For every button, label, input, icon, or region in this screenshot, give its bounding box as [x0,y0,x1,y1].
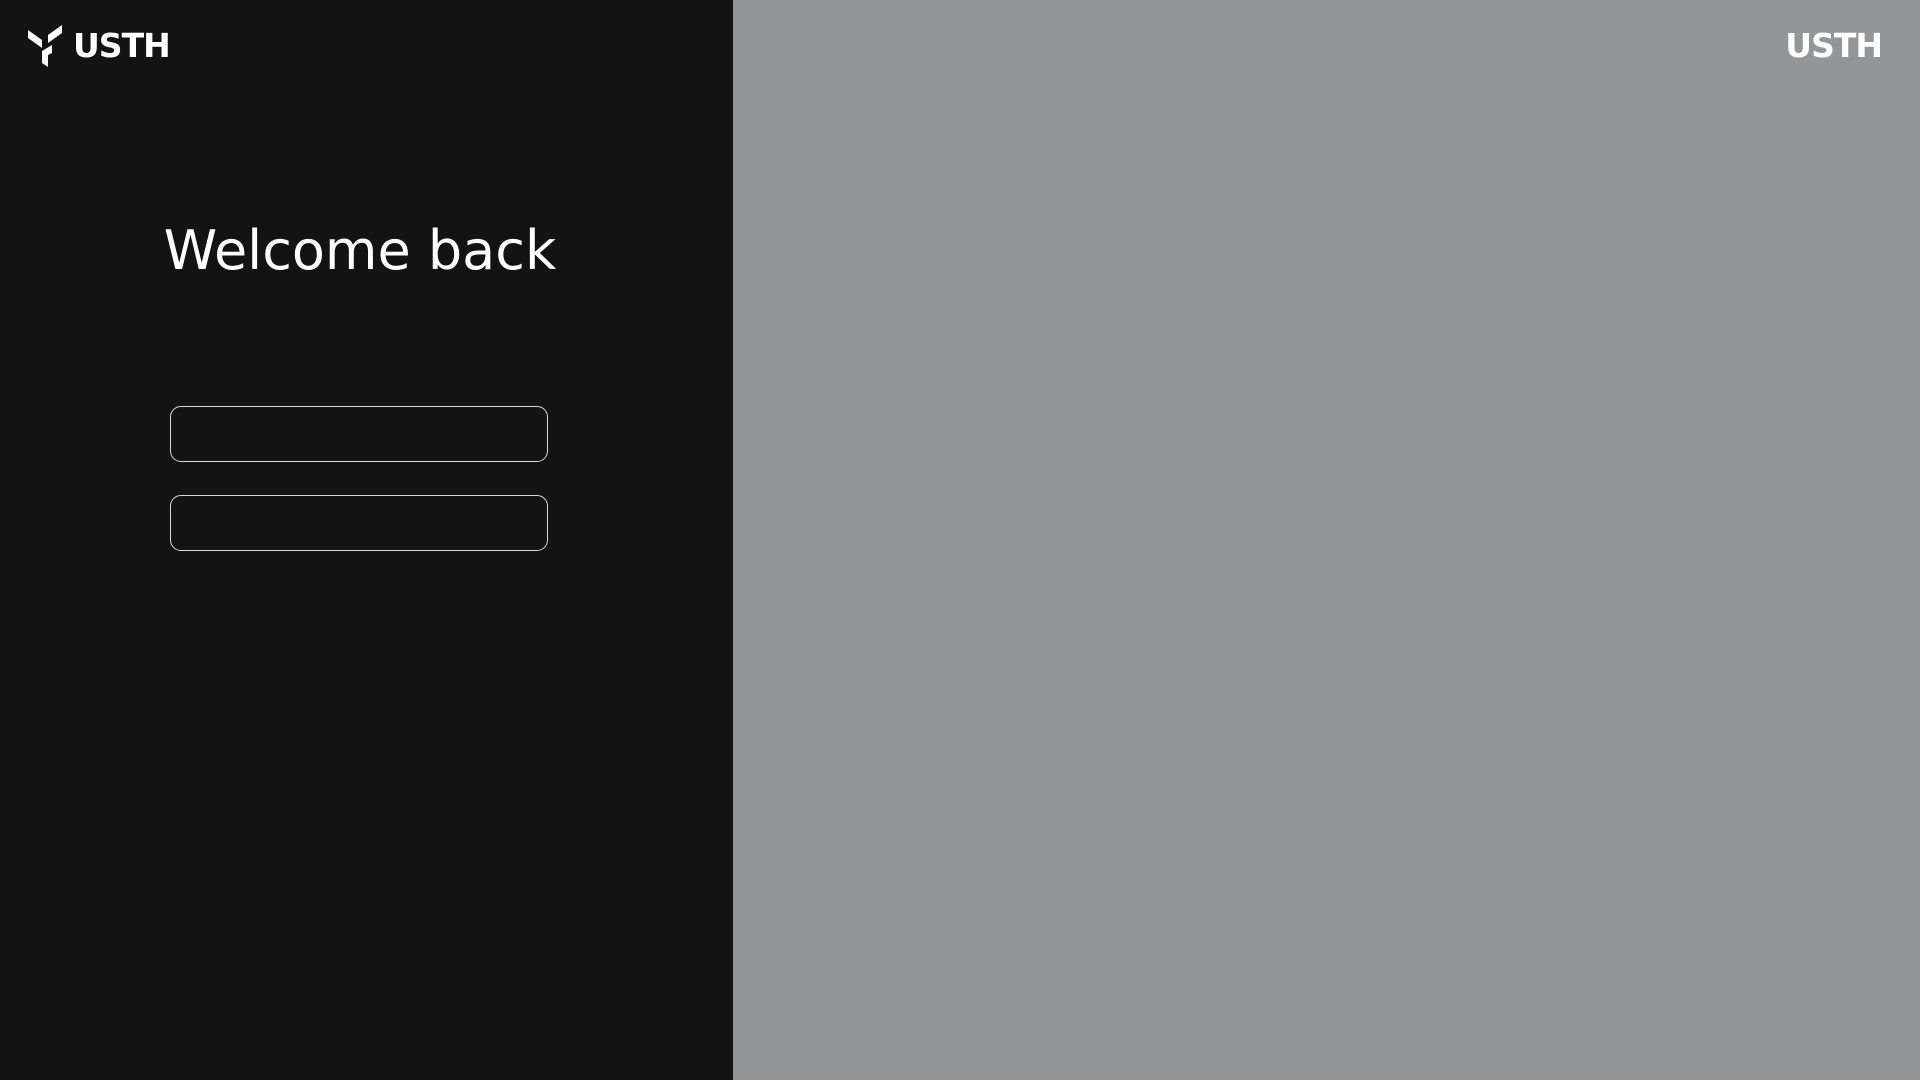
brand-wordmark-right: USTH [1785,26,1883,65]
brand-logo[interactable]: USTH [28,25,171,67]
usth-logo-icon [28,25,62,67]
hero-panel: USTH [733,0,1920,1080]
brand-wordmark: USTH [73,26,171,65]
login-input-1[interactable] [170,406,548,462]
login-panel: USTH Welcome back [0,0,733,1080]
login-page: USTH Welcome back USTH [0,0,1920,1080]
login-input-2[interactable] [170,495,548,551]
page-title: Welcome back [163,219,557,282]
